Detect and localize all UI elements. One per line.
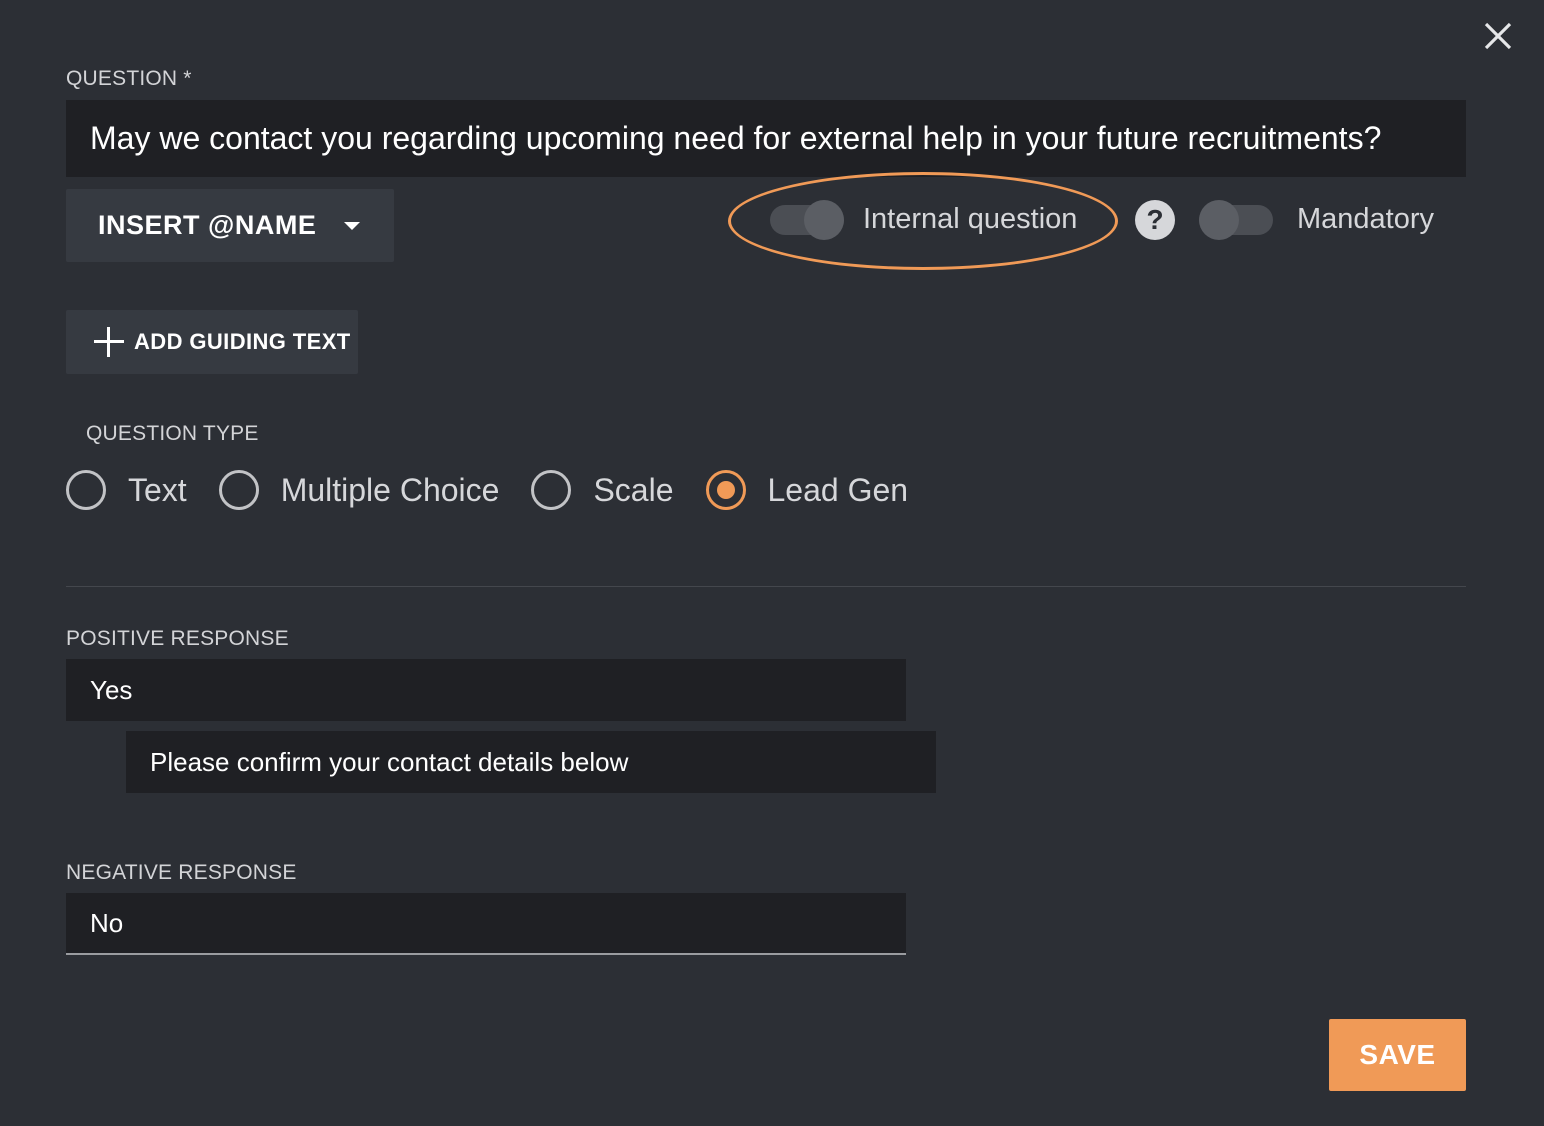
help-icon[interactable]: ? (1135, 200, 1175, 240)
negative-response-input[interactable] (90, 907, 906, 939)
close-icon (1484, 22, 1512, 50)
radio-circle[interactable] (218, 470, 259, 510)
positive-response-label: POSITIVE RESPONSE (66, 627, 289, 650)
toggle-knob (1199, 200, 1239, 240)
positive-response-input[interactable] (90, 674, 906, 706)
positive-follow-up-input[interactable] (150, 746, 936, 778)
save-button[interactable]: SAVE (1329, 1019, 1466, 1091)
internal-question-toggle[interactable] (770, 200, 844, 240)
section-divider (66, 586, 1466, 587)
positive-response-field (66, 659, 906, 721)
save-label: SAVE (1359, 1039, 1436, 1070)
toggle-knob (804, 200, 844, 240)
negative-response-field (66, 893, 906, 955)
mandatory-label: Mandatory (1297, 203, 1435, 235)
radio-label: Text (128, 471, 187, 508)
add-guiding-text-label: ADD GUIDING TEXT (134, 329, 351, 354)
question-field-container (66, 100, 1466, 177)
radio-option-lead-gen[interactable]: Lead Gen (705, 470, 909, 510)
caret-down-icon (344, 221, 361, 230)
close-button[interactable] (1478, 16, 1518, 56)
insert-name-dropdown[interactable]: INSERT @NAME (66, 189, 394, 262)
plus-icon (94, 327, 124, 357)
radio-label: Scale (593, 471, 674, 508)
radio-circle[interactable] (66, 470, 106, 510)
help-glyph: ? (1146, 204, 1164, 235)
radio-label: Lead Gen (767, 471, 909, 508)
question-type-label: QUESTION TYPE (86, 422, 259, 445)
radio-option-text[interactable]: Text (66, 470, 187, 510)
radio-option-multiple-choice[interactable]: Multiple Choice (218, 470, 500, 510)
radio-circle[interactable] (531, 470, 572, 510)
radio-option-scale[interactable]: Scale (531, 470, 674, 510)
insert-name-label: INSERT @NAME (98, 210, 317, 240)
positive-follow-up-field (126, 731, 936, 793)
negative-response-label: NEGATIVE RESPONSE (66, 861, 297, 884)
add-guiding-text-button[interactable]: ADD GUIDING TEXT (66, 310, 358, 374)
radio-circle-selected[interactable] (705, 470, 746, 510)
radio-label: Multiple Choice (280, 471, 500, 508)
mandatory-toggle[interactable] (1199, 200, 1273, 240)
internal-question-label: Internal question (863, 203, 1078, 235)
question-type-radio-group: Text Multiple Choice Scale Lead Gen (66, 470, 940, 510)
question-input[interactable] (90, 120, 1466, 157)
question-label: QUESTION * (66, 67, 192, 90)
